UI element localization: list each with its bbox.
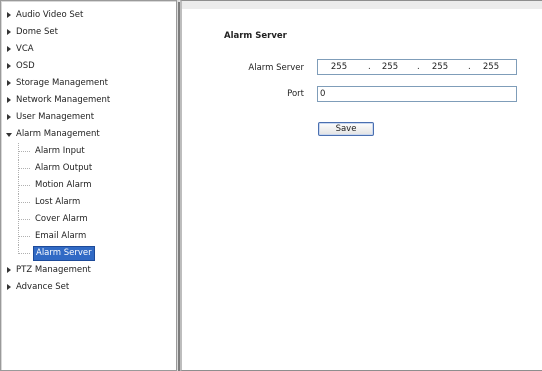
sidebar-item-storage-management[interactable]: Storage Management: [5, 75, 175, 92]
sidebar-subitem-label: Lost Alarm: [35, 197, 81, 207]
sidebar-subitem-alarm-input[interactable]: Alarm Input: [5, 143, 175, 160]
tree-connector: [19, 219, 30, 220]
content-panel: Alarm Server Alarm Server 255 . 255 . 25…: [180, 0, 542, 371]
sidebar-subitem-cover-alarm[interactable]: Cover Alarm: [5, 211, 175, 228]
sidebar-item-audio-video-set[interactable]: Audio Video Set: [5, 7, 175, 24]
sidebar-subitem-label: Motion Alarm: [35, 180, 92, 190]
alarm-server-label: Alarm Server: [248, 63, 304, 73]
sidebar-subitem-lost-alarm[interactable]: Lost Alarm: [5, 194, 175, 211]
expand-arrow-icon[interactable]: [5, 24, 15, 41]
sidebar-subitem-label: Alarm Input: [35, 146, 85, 156]
sidebar-item-label: Dome Set: [16, 27, 58, 37]
alarm-server-ip-input[interactable]: 255 . 255 . 255 . 255: [317, 59, 517, 75]
sidebar-subitem-label-selected: Alarm Server: [33, 246, 95, 261]
sidebar-item-label: Storage Management: [16, 78, 108, 88]
sidebar-item-label: VCA: [16, 44, 34, 54]
section-title: Alarm Server: [224, 31, 287, 41]
sidebar-item-network-management[interactable]: Network Management: [5, 92, 175, 109]
tree-connector: [19, 185, 30, 186]
expand-arrow-icon[interactable]: [5, 75, 15, 92]
sidebar-subitem-label: Cover Alarm: [35, 214, 88, 224]
tree-connector: [19, 202, 30, 203]
ip-separator: .: [417, 62, 420, 72]
sidebar-item-label: Alarm Management: [16, 129, 100, 139]
port-label: Port: [287, 89, 304, 99]
sidebar-subitem-label: Alarm Output: [35, 163, 93, 173]
ip-separator: .: [368, 62, 371, 72]
ip-separator: .: [468, 62, 471, 72]
sidebar-item-label: Advance Set: [16, 282, 70, 292]
tree-connector: [19, 151, 30, 152]
collapse-arrow-icon[interactable]: [5, 126, 15, 143]
sidebar-subitem-email-alarm[interactable]: Email Alarm: [5, 228, 175, 245]
sidebar-subitem-alarm-server[interactable]: Alarm Server: [5, 245, 175, 262]
sidebar-item-dome-set[interactable]: Dome Set: [5, 24, 175, 41]
expand-arrow-icon[interactable]: [5, 58, 15, 75]
sidebar-item-user-management[interactable]: User Management: [5, 109, 175, 126]
expand-arrow-icon[interactable]: [5, 7, 15, 24]
sidebar-item-osd[interactable]: OSD: [5, 58, 175, 75]
port-input[interactable]: 0: [317, 86, 517, 102]
ip-octet-3[interactable]: 255: [425, 62, 455, 72]
sidebar-item-label: PTZ Management: [16, 265, 91, 275]
sidebar-subitem-label: Email Alarm: [35, 231, 87, 241]
expand-arrow-icon[interactable]: [5, 109, 15, 126]
sidebar-item-advance-set[interactable]: Advance Set: [5, 279, 175, 296]
ip-octet-4[interactable]: 255: [476, 62, 506, 72]
sidebar-item-alarm-management[interactable]: Alarm Management: [5, 126, 175, 143]
navigation-tree: Audio Video Set Dome Set VCA OSD Storage…: [5, 7, 175, 296]
expand-arrow-icon[interactable]: [5, 262, 15, 279]
tree-connector: [19, 168, 30, 169]
sidebar-item-label: Network Management: [16, 95, 111, 105]
expand-arrow-icon[interactable]: [5, 279, 15, 296]
sidebar-item-label: User Management: [16, 112, 95, 122]
ip-octet-1[interactable]: 255: [324, 62, 354, 72]
ip-octet-2[interactable]: 255: [375, 62, 405, 72]
expand-arrow-icon[interactable]: [5, 41, 15, 58]
content-header-strip: [182, 1, 542, 9]
sidebar-item-vca[interactable]: VCA: [5, 41, 175, 58]
save-button[interactable]: Save: [318, 122, 374, 136]
sidebar-item-ptz-management[interactable]: PTZ Management: [5, 262, 175, 279]
expand-arrow-icon[interactable]: [5, 92, 15, 109]
sidebar-item-label: OSD: [16, 61, 35, 71]
sidebar-subitem-motion-alarm[interactable]: Motion Alarm: [5, 177, 175, 194]
tree-connector: [19, 253, 30, 254]
tree-connector: [19, 236, 30, 237]
sidebar-subitem-alarm-output[interactable]: Alarm Output: [5, 160, 175, 177]
sidebar-item-label: Audio Video Set: [16, 10, 84, 20]
